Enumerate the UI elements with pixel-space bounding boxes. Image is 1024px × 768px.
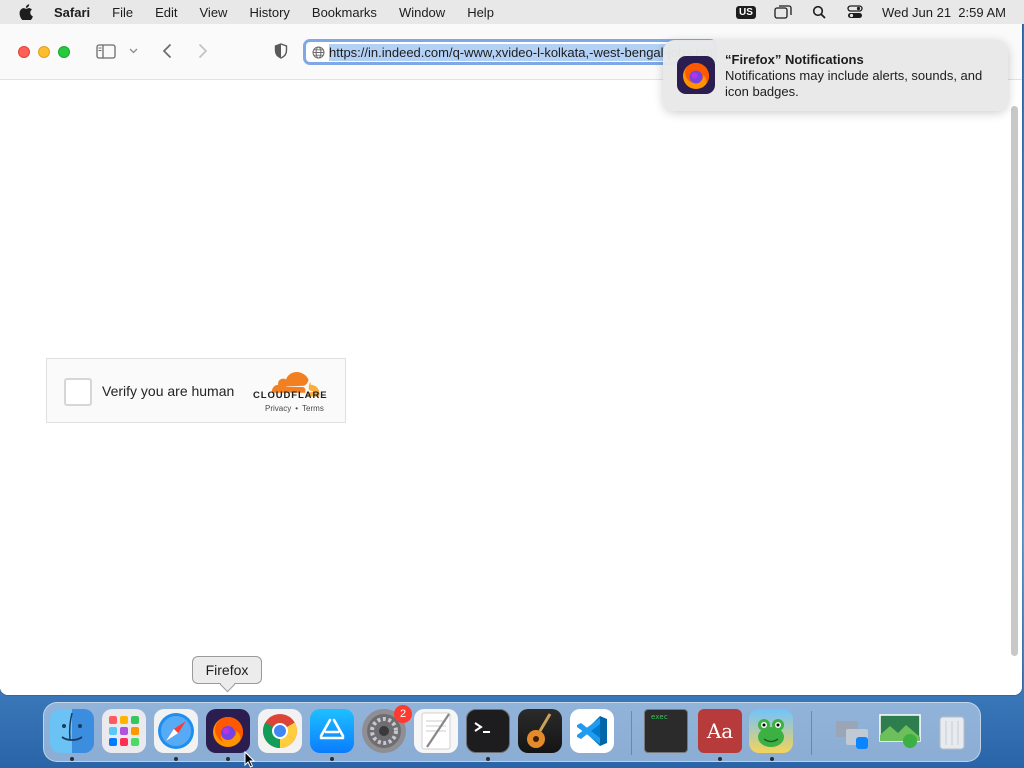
vscode-icon bbox=[577, 716, 607, 746]
dictionary-icon: Aa bbox=[706, 719, 734, 743]
url-text[interactable]: https://in.indeed.com/q-www,xvideo-l-kol… bbox=[329, 43, 714, 61]
safari-window: https://in.indeed.com/q-www,xvideo-l-kol… bbox=[0, 24, 1022, 695]
dock-running-indicator bbox=[226, 757, 230, 761]
notification-body: Notifications may include alerts, sounds… bbox=[725, 68, 983, 99]
terminal-icon bbox=[474, 722, 490, 733]
image-stack-icon bbox=[879, 714, 921, 748]
firefox-icon bbox=[213, 717, 243, 747]
frog-icon bbox=[758, 719, 784, 747]
exec-label: exec bbox=[651, 713, 668, 721]
dock-frogger-game[interactable] bbox=[749, 709, 793, 753]
menu-clock[interactable]: Wed Jun 21 2:59 AM bbox=[882, 5, 1006, 20]
menu-help[interactable]: Help bbox=[467, 5, 494, 20]
dock-finder[interactable] bbox=[50, 709, 94, 753]
shield-icon[interactable] bbox=[272, 42, 290, 60]
dock-separator bbox=[631, 711, 632, 755]
dock-tooltip: Firefox bbox=[192, 656, 262, 684]
launchpad-icon bbox=[109, 716, 139, 746]
dock-terminal[interactable] bbox=[466, 709, 510, 753]
link-separator: • bbox=[295, 404, 299, 413]
folder-stack-icon bbox=[836, 721, 868, 749]
dock-running-indicator bbox=[330, 757, 334, 761]
dock-chrome[interactable] bbox=[258, 709, 302, 753]
notification-title: “Firefox” Notifications bbox=[725, 52, 864, 67]
menu-bar: Safari File Edit View History Bookmarks … bbox=[0, 0, 1024, 24]
chevron-down-icon[interactable] bbox=[127, 46, 139, 56]
guitar-icon bbox=[527, 713, 552, 748]
firefox-notification-banner[interactable]: “Firefox” Notifications Notifications ma… bbox=[663, 40, 1008, 111]
minimize-window-button[interactable] bbox=[38, 46, 50, 58]
notification-badge: 2 bbox=[394, 705, 412, 723]
dock-dictionary[interactable]: Aa bbox=[698, 709, 742, 753]
forward-icon[interactable] bbox=[194, 42, 212, 60]
dock-trash[interactable] bbox=[930, 709, 974, 753]
menu-edit[interactable]: Edit bbox=[155, 5, 177, 20]
dock-running-indicator bbox=[486, 757, 490, 761]
dock-running-indicator bbox=[174, 757, 178, 761]
zoom-window-button[interactable] bbox=[58, 46, 70, 58]
chrome-icon bbox=[263, 714, 297, 748]
verify-human-checkbox[interactable] bbox=[64, 378, 92, 406]
dock-firefox[interactable] bbox=[206, 709, 250, 753]
finder-icon bbox=[61, 712, 83, 741]
cloudflare-brand-text: CLOUDFLARE bbox=[253, 390, 328, 401]
cloudflare-captcha-widget: Verify you are human CLOUDFLARE Privacy •… bbox=[46, 358, 346, 423]
verify-human-label[interactable]: Verify you are human bbox=[102, 383, 234, 399]
dock-launchpad[interactable] bbox=[102, 709, 146, 753]
dock-running-indicator bbox=[70, 757, 74, 761]
input-source-badge[interactable]: US bbox=[736, 5, 756, 19]
dock: 2 exec Aa bbox=[43, 702, 981, 762]
dock-applications-stack[interactable] bbox=[830, 709, 874, 753]
dock-garageband[interactable] bbox=[518, 709, 562, 753]
menu-bookmarks[interactable]: Bookmarks bbox=[312, 5, 377, 20]
sidebar-icon[interactable] bbox=[95, 42, 117, 60]
app-store-icon bbox=[319, 718, 345, 740]
menu-window[interactable]: Window bbox=[399, 5, 445, 20]
menu-app-safari[interactable]: Safari bbox=[54, 5, 90, 20]
spotlight-search-icon[interactable] bbox=[810, 5, 828, 19]
dock-exec-console[interactable]: exec bbox=[644, 709, 688, 753]
safari-icon bbox=[158, 713, 194, 749]
apple-icon[interactable] bbox=[18, 4, 34, 20]
menu-view[interactable]: View bbox=[200, 5, 228, 20]
menu-file[interactable]: File bbox=[112, 5, 133, 20]
dock-running-indicator bbox=[770, 757, 774, 761]
dock-running-indicator bbox=[718, 757, 722, 761]
dock-app-store[interactable] bbox=[310, 709, 354, 753]
close-window-button[interactable] bbox=[18, 46, 30, 58]
menu-history[interactable]: History bbox=[249, 5, 289, 20]
vertical-scrollbar[interactable] bbox=[1011, 106, 1018, 656]
cloudflare-links: Privacy • Terms bbox=[263, 404, 326, 413]
address-bar[interactable]: https://in.indeed.com/q-www,xvideo-l-kol… bbox=[303, 39, 717, 65]
dock-textedit[interactable] bbox=[414, 709, 458, 753]
firefox-icon bbox=[677, 56, 715, 94]
dock-safari[interactable] bbox=[154, 709, 198, 753]
dock-separator bbox=[811, 711, 812, 755]
back-icon[interactable] bbox=[158, 42, 176, 60]
dock-vscode[interactable] bbox=[570, 709, 614, 753]
trash-icon bbox=[939, 716, 965, 750]
terms-link[interactable]: Terms bbox=[302, 404, 324, 413]
control-center-icon[interactable] bbox=[846, 5, 864, 19]
dock-downloads-stack[interactable] bbox=[878, 709, 922, 753]
web-content: Verify you are human CLOUDFLARE Privacy •… bbox=[0, 80, 1022, 695]
globe-icon bbox=[312, 46, 325, 59]
privacy-link[interactable]: Privacy bbox=[265, 404, 291, 413]
textedit-icon bbox=[421, 712, 451, 750]
mouse-cursor-icon bbox=[244, 751, 256, 768]
dock-system-settings[interactable]: 2 bbox=[362, 705, 412, 753]
window-icon[interactable] bbox=[774, 5, 792, 19]
